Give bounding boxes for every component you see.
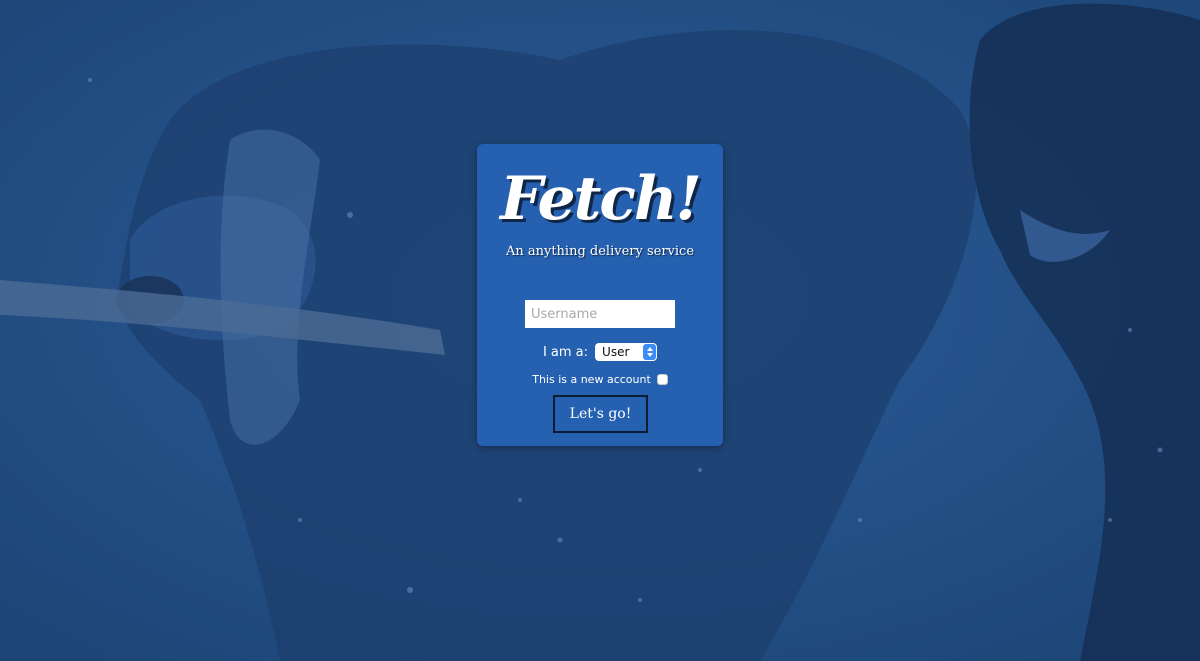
role-label: I am a: (542, 344, 589, 360)
username-input[interactable] (525, 300, 675, 328)
login-card: Fetch! An anything delivery service I am… (477, 144, 723, 446)
role-select[interactable]: User (595, 343, 658, 361)
new-account-label: This is a new account (532, 372, 651, 386)
app-tagline: An anything delivery service (505, 244, 695, 259)
submit-button[interactable]: Let's go! (553, 395, 648, 433)
select-arrows-icon (643, 344, 657, 360)
role-row: I am a: User (477, 342, 723, 362)
role-select-value: User (602, 345, 630, 359)
app-logo: Fetch! (500, 164, 702, 234)
new-account-checkbox[interactable] (656, 373, 668, 385)
new-account-row: This is a new account (477, 370, 723, 388)
